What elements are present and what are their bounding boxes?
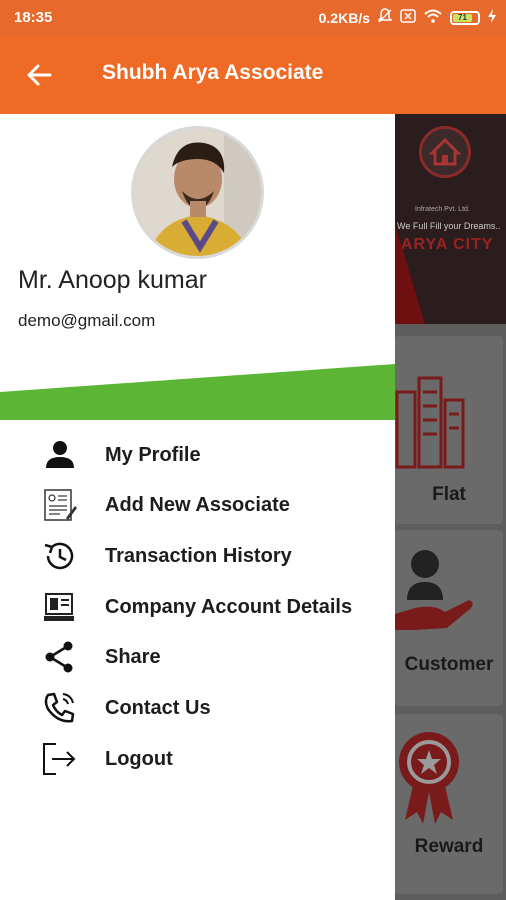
menu-label: My Profile <box>105 444 201 466</box>
reward-ribbon-icon <box>399 732 459 824</box>
menu-item-my-profile[interactable]: My Profile <box>0 432 395 478</box>
banner-company: Infratech Pvt. Ltd. <box>415 206 470 213</box>
app-bar: Shubh Arya Associate <box>0 36 506 114</box>
battery-level: 71 <box>453 13 472 22</box>
menu-label: Add New Associate <box>105 494 290 516</box>
form-document-icon <box>42 488 78 522</box>
profile-email: demo@gmail.com <box>18 311 156 330</box>
history-clock-icon <box>42 539 78 573</box>
status-right: 0.2KB/s 71 <box>319 8 496 27</box>
share-icon <box>42 640 78 674</box>
profile-name: Mr. Anoop kumar <box>18 266 207 294</box>
building-icon <box>395 376 465 469</box>
house-logo-icon <box>419 126 471 178</box>
menu-item-share[interactable]: Share <box>0 634 395 680</box>
network-speed: 0.2KB/s <box>318 9 370 26</box>
customer-hand-icon <box>395 550 473 630</box>
menu-item-transaction-history[interactable]: Transaction History <box>0 533 395 579</box>
silent-bell-icon <box>377 8 393 27</box>
banner-triangle <box>395 224 425 324</box>
computer-account-icon <box>42 590 78 624</box>
charging-icon <box>488 9 496 26</box>
status-time: 18:35 <box>14 9 53 26</box>
logout-icon <box>42 742 78 776</box>
menu-label: Contact Us <box>105 697 211 719</box>
person-icon <box>42 438 78 472</box>
wifi-icon <box>424 9 442 26</box>
avatar[interactable] <box>131 126 264 259</box>
phone-icon <box>42 691 78 725</box>
status-bar: 18:35 0.2KB/s 71 <box>0 0 506 36</box>
sim-off-icon <box>400 9 416 26</box>
card-label-flat: Flat <box>432 484 466 505</box>
menu-label: Logout <box>105 748 173 770</box>
menu-item-logout[interactable]: Logout <box>0 736 395 782</box>
card-customer[interactable]: Customer <box>395 530 503 706</box>
arrow-left-icon[interactable] <box>24 60 54 90</box>
menu-label: Company Account Details <box>105 596 353 618</box>
app-title: Shubh Arya Associate <box>102 61 324 84</box>
menu-label: Share <box>105 646 161 668</box>
banner: Infratech Pvt. Ltd. We Full Fill your Dr… <box>395 114 506 324</box>
menu-item-contact-us[interactable]: Contact Us <box>0 685 395 731</box>
battery-icon: 71 <box>450 10 480 25</box>
background-screen[interactable]: Infratech Pvt. Ltd. We Full Fill your Dr… <box>395 114 506 900</box>
green-band <box>0 364 395 420</box>
menu-item-add-new-associate[interactable]: Add New Associate <box>0 482 395 528</box>
card-label-reward: Reward <box>414 836 484 857</box>
card-label-customer: Customer <box>404 654 494 675</box>
card-reward[interactable]: Reward <box>395 714 503 894</box>
menu-item-company-account-details[interactable]: Company Account Details <box>0 584 395 630</box>
card-flat[interactable]: Flat <box>395 336 503 524</box>
navigation-drawer: Mr. Anoop kumar demo@gmail.com My Profil… <box>0 114 395 900</box>
menu-label: Transaction History <box>105 545 292 567</box>
